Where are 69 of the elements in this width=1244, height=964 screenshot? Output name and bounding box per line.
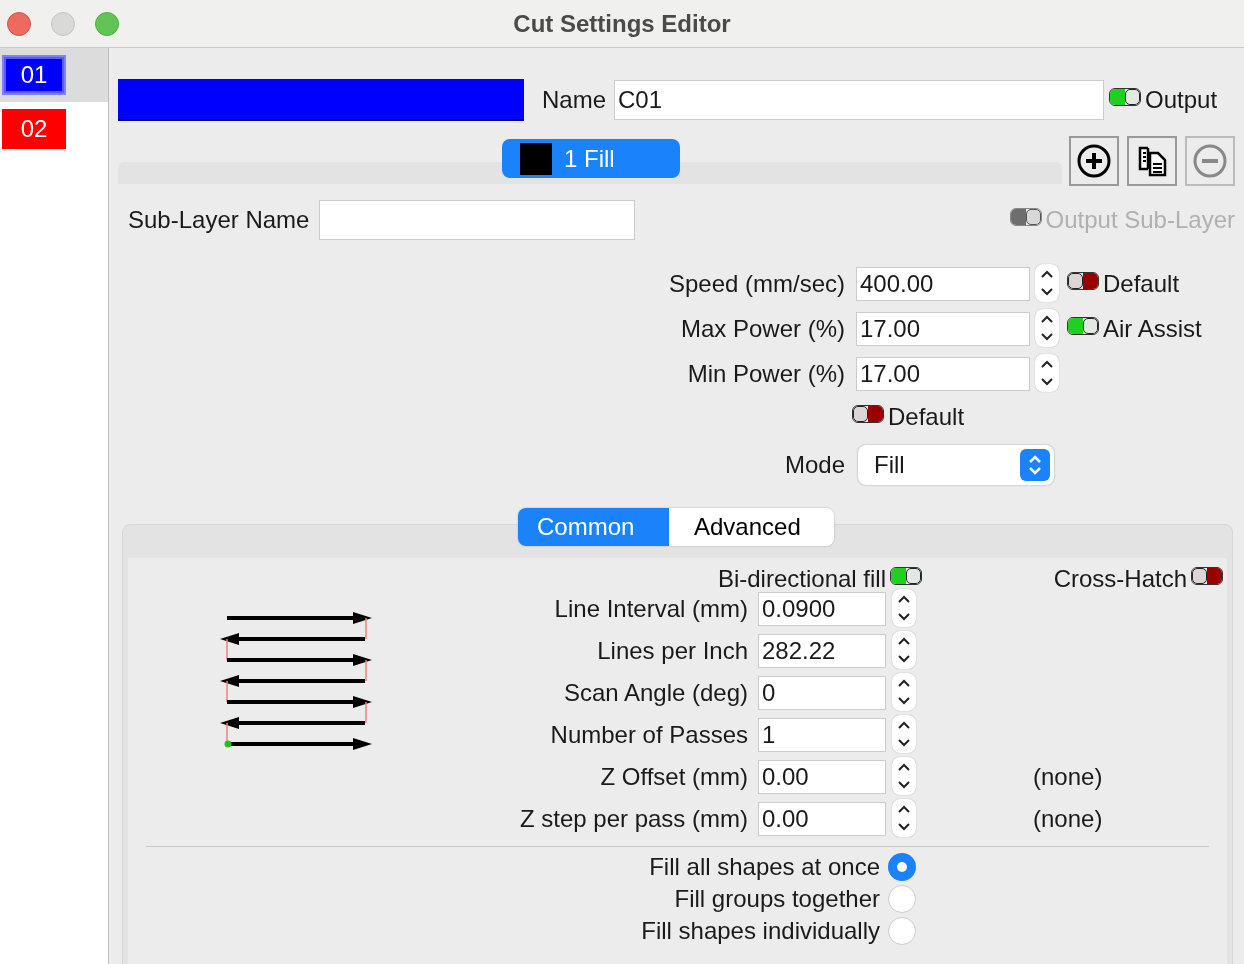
close-button[interactable] xyxy=(7,11,31,36)
sub-layer-name-field[interactable] xyxy=(319,200,636,240)
stepper-button[interactable] xyxy=(892,630,916,669)
dropdown-arrows-icon xyxy=(1020,449,1050,481)
stepper-button[interactable] xyxy=(892,798,916,837)
remove-icon xyxy=(1193,144,1227,178)
toggle-switch[interactable] xyxy=(890,567,922,585)
toggle-switch[interactable] xyxy=(1067,317,1099,335)
remove-button[interactable] xyxy=(1185,136,1235,186)
param-field[interactable]: 17.00 xyxy=(856,312,1030,346)
tab[interactable]: Common xyxy=(518,508,669,546)
fill-param-field[interactable]: 1 xyxy=(758,718,886,752)
fill-param-field[interactable]: 0.0900 xyxy=(758,592,886,626)
name-field[interactable]: C01 xyxy=(614,80,1105,120)
param-label: Speed (mm/sec) xyxy=(668,269,845,299)
toggle-switch[interactable] xyxy=(852,405,884,423)
radio-button[interactable] xyxy=(888,917,916,945)
fill-param-field[interactable]: 0.00 xyxy=(758,760,886,794)
stepper-button[interactable] xyxy=(892,588,916,627)
toggle-switch[interactable] xyxy=(1191,567,1223,585)
layer-item[interactable]: 02 xyxy=(2,109,66,149)
stepper-button[interactable] xyxy=(892,672,916,711)
window-title: Cut Settings Editor xyxy=(513,8,731,39)
param-label: Max Power (%) xyxy=(680,314,845,344)
cross-hatch-label: Cross-Hatch xyxy=(1053,564,1187,594)
sub-layer-name-label: Sub-Layer Name xyxy=(128,205,310,235)
param-field[interactable]: 400.00 xyxy=(856,267,1030,301)
fill-param-label: Lines per Inch xyxy=(597,636,748,666)
radio-label: Fill all shapes at once xyxy=(649,852,880,882)
note-text: (none) xyxy=(1033,804,1103,834)
param-label: Min Power (%) xyxy=(687,359,845,389)
fill-param-label: Z Offset (mm) xyxy=(600,762,748,792)
fill-param-field[interactable]: 0.00 xyxy=(758,802,886,836)
toggle-switch[interactable] xyxy=(1109,88,1142,106)
radio-label: Fill groups together xyxy=(674,884,880,914)
name-label: Name xyxy=(542,85,607,115)
add-icon xyxy=(1077,144,1111,178)
fill-param-label: Line Interval (mm) xyxy=(554,594,748,624)
note-text: (none) xyxy=(1033,762,1103,792)
fill-param-label: Scan Angle (deg) xyxy=(563,678,748,708)
output-sub-layer-label: Output Sub-Layer xyxy=(1045,205,1235,235)
fill-param-field[interactable]: 0 xyxy=(758,676,886,710)
radio-label: Fill shapes individually xyxy=(641,916,880,946)
toggle-label: Default xyxy=(1103,269,1180,299)
stepper-button[interactable] xyxy=(892,756,916,795)
stepper-button[interactable] xyxy=(1035,263,1059,302)
fill-param-label: Z step per pass (mm) xyxy=(519,804,748,834)
stepper-button[interactable] xyxy=(1035,308,1059,347)
duplicate-button[interactable] xyxy=(1127,136,1177,186)
toggle-switch[interactable] xyxy=(1067,272,1099,290)
tab[interactable]: Advanced xyxy=(669,508,834,546)
output-label: Output xyxy=(1145,85,1218,115)
bidirectional-fill-label: Bi-directional fill xyxy=(717,564,886,594)
sub-layer-tab[interactable]: 1 Fill xyxy=(502,139,680,178)
radio-button[interactable] xyxy=(888,885,916,913)
fill-param-label: Number of Passes xyxy=(550,720,748,750)
stepper-button[interactable] xyxy=(892,714,916,753)
layer-item[interactable]: 01 xyxy=(2,55,66,95)
stepper-button[interactable] xyxy=(1035,353,1059,392)
add-button[interactable] xyxy=(1069,136,1119,186)
mode-label: Mode xyxy=(784,450,845,480)
toggle-label: Air Assist xyxy=(1103,314,1202,344)
fill-param-field[interactable]: 282.22 xyxy=(758,634,886,668)
mode-dropdown[interactable]: Fill xyxy=(858,445,1054,485)
layer-color-bar[interactable] xyxy=(118,79,524,121)
toggle-label: Default xyxy=(888,402,965,432)
param-field[interactable]: 17.00 xyxy=(856,357,1030,391)
copy-icon xyxy=(1136,145,1168,177)
radio-button[interactable] xyxy=(888,853,916,881)
